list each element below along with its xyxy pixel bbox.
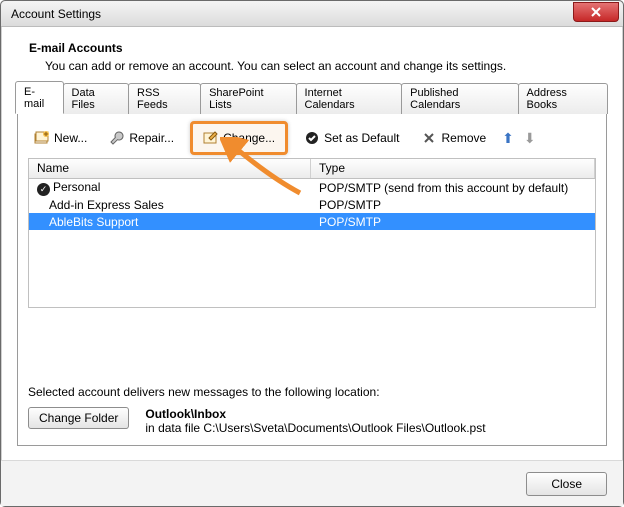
cell-name: AbleBits Support xyxy=(29,215,311,229)
delivery-section: Selected account delivers new messages t… xyxy=(28,385,596,435)
cell-name: ✓Personal xyxy=(29,180,311,195)
window-title: Account Settings xyxy=(11,7,101,21)
tab-data-files[interactable]: Data Files xyxy=(63,83,130,114)
remove-account-button[interactable]: Remove xyxy=(415,127,492,149)
table-header: Name Type xyxy=(29,159,595,179)
tab-address-books[interactable]: Address Books xyxy=(518,83,608,114)
cell-type: POP/SMTP xyxy=(311,198,595,212)
change-folder-button[interactable]: Change Folder xyxy=(28,407,129,429)
remove-label: Remove xyxy=(441,131,486,145)
column-header-type[interactable]: Type xyxy=(311,159,595,178)
remove-icon xyxy=(421,130,437,146)
cell-name: Add-in Express Sales xyxy=(29,198,311,212)
delivery-text: Outlook\Inbox in data file C:\Users\Svet… xyxy=(145,407,485,435)
tab-internet-calendars[interactable]: Internet Calendars xyxy=(296,83,403,114)
change-account-button[interactable]: Change... xyxy=(190,121,288,155)
set-default-button[interactable]: Set as Default xyxy=(298,127,405,149)
titlebar: Account Settings xyxy=(1,1,623,27)
delivery-folder: Outlook\Inbox xyxy=(145,407,226,421)
account-settings-window: Account Settings E-mail Accounts You can… xyxy=(0,0,624,507)
change-label: Change... xyxy=(223,131,275,145)
tab-sharepoint-lists[interactable]: SharePoint Lists xyxy=(200,83,296,114)
close-button[interactable]: Close xyxy=(526,472,607,496)
dialog-body: E-mail Accounts You can add or remove an… xyxy=(1,27,623,460)
new-icon xyxy=(34,130,50,146)
table-row[interactable]: ✓Personal POP/SMTP (send from this accou… xyxy=(29,179,595,196)
section-subtext: You can add or remove an account. You ca… xyxy=(45,59,607,73)
repair-label: Repair... xyxy=(129,131,174,145)
close-icon xyxy=(590,7,602,17)
table-row[interactable]: Add-in Express Sales POP/SMTP xyxy=(29,196,595,213)
repair-icon xyxy=(109,130,125,146)
default-check-icon: ✓ xyxy=(37,183,50,196)
tab-bar: E-mail Data Files RSS Feeds SharePoint L… xyxy=(15,91,607,113)
cell-type: POP/SMTP (send from this account by defa… xyxy=(311,181,595,195)
tab-rss-feeds[interactable]: RSS Feeds xyxy=(128,83,201,114)
email-tab-panel: New... Repair... Change... xyxy=(17,113,607,446)
set-default-label: Set as Default xyxy=(324,131,399,145)
accounts-table: Name Type ✓Personal POP/SMTP (send from … xyxy=(28,158,596,308)
new-label: New... xyxy=(54,131,87,145)
section-heading: E-mail Accounts xyxy=(29,41,607,55)
new-account-button[interactable]: New... xyxy=(28,127,93,149)
tab-email[interactable]: E-mail xyxy=(15,81,64,114)
change-icon xyxy=(203,130,219,146)
column-header-name[interactable]: Name xyxy=(29,159,311,178)
delivery-label: Selected account delivers new messages t… xyxy=(28,385,596,399)
tab-published-calendars[interactable]: Published Calendars xyxy=(401,83,518,114)
delivery-path: in data file C:\Users\Sveta\Documents\Ou… xyxy=(145,421,485,435)
move-down-button[interactable]: ⬇ xyxy=(524,130,536,147)
toolbar: New... Repair... Change... xyxy=(28,124,596,158)
check-circle-icon xyxy=(304,130,320,146)
cell-type: POP/SMTP xyxy=(311,215,595,229)
table-row[interactable]: AbleBits Support POP/SMTP xyxy=(29,213,595,230)
repair-account-button[interactable]: Repair... xyxy=(103,127,180,149)
window-close-button[interactable] xyxy=(573,2,619,22)
move-up-button[interactable]: ⬆ xyxy=(502,130,514,147)
dialog-footer: Close xyxy=(1,460,623,506)
